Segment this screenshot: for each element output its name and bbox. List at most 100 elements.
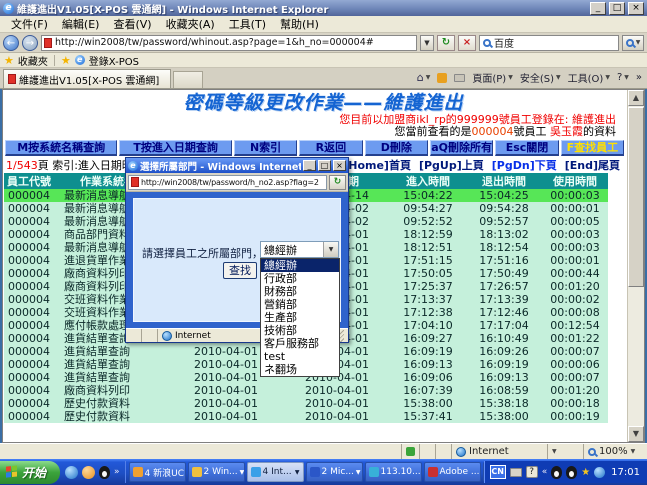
language-indicator[interactable]: CN	[490, 465, 506, 479]
table-cell: 000004	[4, 215, 58, 228]
printer-tray-icon[interactable]	[510, 468, 522, 477]
nav-pgup-prev[interactable]: [PgUp]上頁	[419, 157, 484, 173]
star-icon: ★	[61, 55, 71, 66]
network-globe-icon[interactable]	[594, 467, 605, 478]
button-search-by-system-name[interactable]: M按系統名稱查詢	[5, 140, 117, 156]
page-menu-label: 頁面(P)	[472, 70, 506, 85]
page-scrollbar[interactable]: ▲ ▼	[627, 90, 644, 442]
favorites-link[interactable]: 登錄X-POS	[89, 53, 139, 68]
popup-minimize-button[interactable]: _	[303, 160, 316, 171]
dropdown-option[interactable]: test	[261, 350, 339, 363]
forward-button[interactable]: →	[22, 35, 38, 51]
print-icon[interactable]	[454, 74, 465, 82]
home-button[interactable]: ⌂▼	[417, 71, 431, 84]
back-button[interactable]: ←	[3, 35, 19, 51]
button-index[interactable]: N索引	[234, 140, 297, 156]
help-menu-button[interactable]: ?▼	[617, 72, 629, 83]
select-dropdown-button[interactable]: ▼	[323, 242, 338, 257]
overflow-chevron-icon[interactable]: »	[114, 467, 120, 477]
zoom-control[interactable]: 100% ▼	[583, 444, 647, 459]
taskbar-button-3[interactable]: 2 Mic...▼	[306, 462, 363, 482]
department-select[interactable]: 總經辦 ▼	[260, 241, 339, 258]
address-dropdown-button[interactable]: ▼	[420, 35, 434, 51]
popup-maximize-button[interactable]: □	[318, 160, 331, 171]
menu-item-edit[interactable]: 編輯(E)	[55, 16, 107, 32]
menu-item-help[interactable]: 幫助(H)	[273, 16, 326, 32]
table-cell: 16:09:27	[390, 332, 466, 345]
table-row[interactable]: 000004歷史付款資料2010-04-012010-04-0115:38:00…	[4, 397, 608, 410]
adobe-icon	[428, 467, 438, 477]
star-tray-icon[interactable]: ★	[581, 467, 590, 478]
taskbar-button-1[interactable]: 2 Win...▼	[188, 462, 245, 482]
popup-refresh-button[interactable]: ↻	[329, 175, 346, 190]
taskbar-button-5[interactable]: Adobe ...	[424, 462, 481, 482]
safety-menu-button[interactable]: 安全(S)▼	[520, 70, 561, 85]
dropdown-option[interactable]: ネ翻场	[261, 363, 339, 376]
menu-item-tools[interactable]: 工具(T)	[222, 16, 273, 32]
address-input[interactable]: http://win2008/tw/password/whinout.asp?p…	[41, 35, 417, 51]
dropdown-option[interactable]: 行政部	[261, 272, 339, 285]
page-menu-button[interactable]: 頁面(P)▼	[472, 70, 512, 85]
search-input[interactable]: 百度	[479, 35, 619, 51]
scroll-thumb[interactable]	[628, 107, 644, 287]
feed-icon[interactable]	[437, 73, 447, 83]
qq-tray-icon[interactable]	[551, 466, 562, 479]
page-index-info: 1/543頁 索引:進入日期時間	[6, 157, 144, 173]
table-cell: 000004	[4, 241, 58, 254]
taskbar-button-4[interactable]: 113.10...	[365, 462, 422, 482]
nav-end-last[interactable]: [End]尾頁	[565, 157, 620, 173]
overflow-chevron-icon[interactable]: »	[636, 72, 642, 83]
button-delete-all[interactable]: aQ刪除所有	[430, 140, 493, 156]
tab-active[interactable]: 維護進出V1.05[X-POS 雲通網]	[3, 69, 171, 88]
refresh-button[interactable]: ↻	[437, 35, 455, 51]
nav-pgdn-next[interactable]: [PgDn]下頁	[492, 157, 557, 173]
messenger-icon[interactable]	[65, 466, 78, 479]
menu-item-file[interactable]: 文件(F)	[4, 16, 55, 32]
table-row[interactable]: 000004廠商資料列印2010-04-012010-04-0116:07:39…	[4, 384, 608, 397]
button-find-employee[interactable]: F查找員工	[561, 140, 624, 156]
close-button[interactable]: ×	[628, 2, 644, 15]
button-esc-close[interactable]: Esc關閉	[495, 140, 558, 156]
table-cell: 09:54:27	[390, 202, 466, 215]
popup-close-button[interactable]: ×	[333, 160, 346, 171]
search-go-button[interactable]: ▼	[622, 35, 644, 51]
button-delete[interactable]: D刪除	[365, 140, 428, 156]
status-cell	[419, 444, 435, 459]
table-row[interactable]: 000004歷史付款資料2010-04-012010-04-0115:37:41…	[4, 410, 608, 423]
start-button[interactable]: 开始	[0, 461, 60, 484]
taskbar-button-0[interactable]: 4 新浪UC▼	[129, 462, 186, 482]
shield-icon	[406, 447, 415, 456]
scroll-down-button[interactable]: ▼	[628, 426, 644, 442]
system-tray: CN ? « ★ 17:01	[484, 461, 647, 483]
menu-item-view[interactable]: 查看(V)	[106, 16, 158, 32]
qq-penguin-icon[interactable]	[99, 466, 110, 479]
new-tab-stub[interactable]	[173, 71, 203, 88]
tools-menu-button[interactable]: 工具(O)▼	[568, 70, 610, 85]
chat-icon[interactable]	[82, 466, 95, 479]
scroll-up-button[interactable]: ▲	[628, 90, 644, 106]
dropdown-option[interactable]: 營銷部	[261, 298, 339, 311]
security-zone: Internet	[451, 444, 547, 459]
popup-address-input[interactable]: http://win2008/tw/password/h_no2.asp?fla…	[128, 175, 327, 190]
dropdown-option[interactable]: 生產部	[261, 311, 339, 324]
nav-home-first[interactable]: [Home]首頁	[343, 157, 411, 173]
help-tray-icon[interactable]: ?	[526, 466, 538, 478]
qq-tray-icon[interactable]	[566, 466, 577, 479]
collapse-chevron-icon[interactable]: «	[542, 467, 548, 477]
button-search-by-entry-date[interactable]: T按進入日期查詢	[119, 140, 231, 156]
table-cell: 15:04:25	[466, 189, 542, 202]
dropdown-option[interactable]: 技術部	[261, 324, 339, 337]
find-button[interactable]: 查找	[223, 262, 257, 279]
minimize-button[interactable]: _	[590, 2, 606, 15]
dropdown-option[interactable]: 客戶服務部	[261, 337, 339, 350]
protected-mode-toggle[interactable]: ▼	[547, 444, 583, 459]
menu-item-favorites[interactable]: 收藏夾(A)	[159, 16, 222, 32]
dropdown-option[interactable]: 總經辦	[261, 259, 339, 272]
dropdown-option[interactable]: 財務部	[261, 285, 339, 298]
stop-button[interactable]: ×	[458, 35, 476, 51]
button-return[interactable]: R返回	[299, 140, 362, 156]
favorites-label[interactable]: 收藏夾	[18, 53, 48, 68]
maximize-button[interactable]: □	[609, 2, 625, 15]
clock[interactable]: 17:01	[611, 467, 640, 478]
taskbar-button-2[interactable]: 4 Int...▼	[247, 462, 304, 482]
